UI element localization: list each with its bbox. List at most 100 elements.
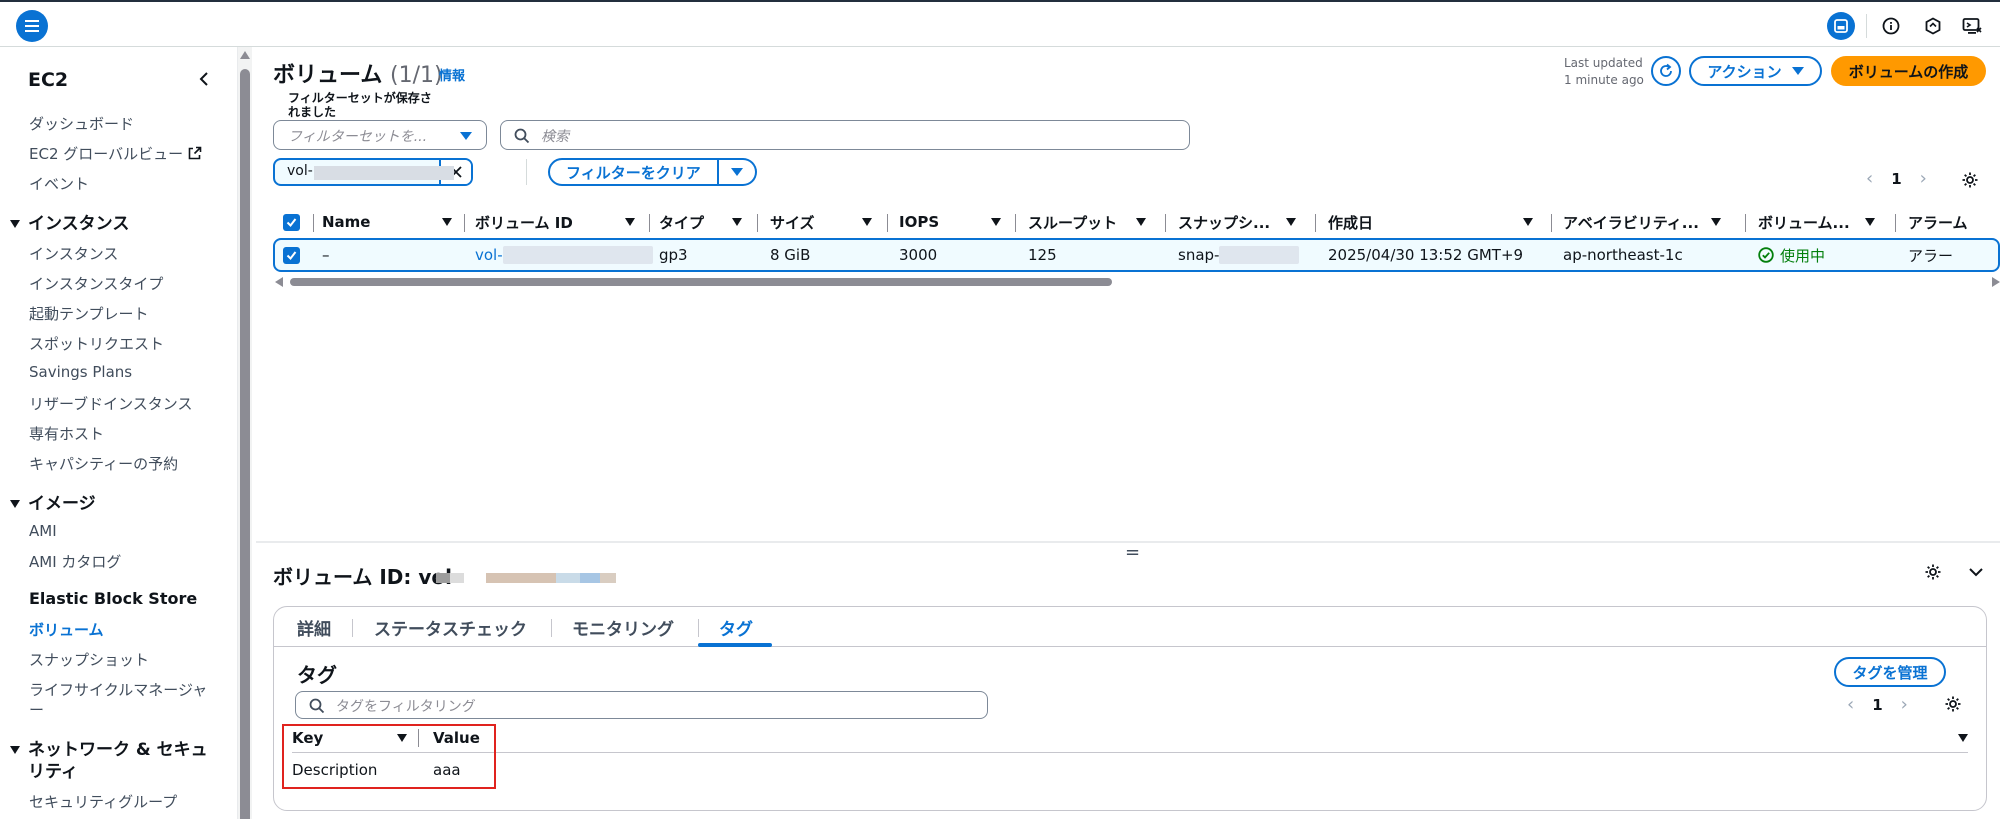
sidebar-item-lifecycle-manager-wrap[interactable]: ー (29, 699, 44, 720)
tab-tags[interactable]: タグ (719, 607, 753, 647)
external-link-icon (188, 146, 202, 160)
sidebar-item-capacity-reservations[interactable]: キャパシティーの予約 (29, 453, 178, 474)
clear-filters-button[interactable]: フィルターをクリア (548, 158, 719, 186)
previous-page-icon[interactable]: ‹ (1847, 694, 1854, 715)
cell-availability-zone: ap-northeast-1c (1563, 246, 1683, 264)
menu-icon[interactable] (16, 10, 48, 42)
sidebar-section-instances[interactable]: インスタンス (10, 209, 129, 234)
sidebar-section-images[interactable]: イメージ (10, 489, 96, 514)
table-horizontal-scrollbar[interactable] (273, 275, 2000, 289)
row-checkbox[interactable] (283, 246, 300, 264)
previous-page-icon[interactable]: ‹ (1866, 168, 1873, 189)
page-number[interactable]: 1 (1891, 170, 1901, 188)
create-volume-button[interactable]: ボリュームの作成 (1831, 56, 1986, 86)
sidebar-item-instances[interactable]: インスタンス (29, 243, 118, 264)
cell-iops: 3000 (899, 246, 938, 264)
select-all-checkbox[interactable] (283, 213, 300, 231)
sidebar-item-ami[interactable]: AMI (29, 522, 57, 540)
filterset-select[interactable]: フィルターセットを... (273, 120, 487, 150)
tags-settings-icon[interactable] (1944, 695, 1962, 717)
filter-token[interactable]: vol- (273, 158, 473, 186)
search-icon (514, 128, 530, 144)
sidebar-item-snapshots[interactable]: スナップショット (29, 649, 149, 670)
next-page-icon[interactable]: › (1920, 168, 1927, 189)
column-iops[interactable]: IOPS (899, 206, 1009, 238)
caret-down-icon (460, 132, 472, 140)
sidebar-section-ebs: Elastic Block Store (29, 589, 198, 608)
notifications-icon[interactable] (1919, 12, 1947, 40)
sidebar-title[interactable]: EC2 (28, 69, 68, 91)
column-size[interactable]: サイズ (770, 206, 880, 238)
info-link[interactable]: 情報 (439, 65, 465, 84)
sidebar-item-lifecycle-manager[interactable]: ライフサイクルマネージャ (29, 679, 207, 700)
page-number[interactable]: 1 (1872, 696, 1882, 714)
table-row: Description aaa (292, 753, 1968, 787)
sidebar: EC2 ダッシュボード EC2 グローバルビュー イベント インスタンス インス… (0, 47, 238, 819)
cell-alarm: アラー (1908, 246, 1954, 265)
column-name[interactable]: Name (322, 206, 452, 238)
caret-down-icon (10, 746, 20, 754)
sidebar-item-volumes[interactable]: ボリューム (29, 619, 104, 640)
tab-bar: 詳細 ステータスチェック モニタリング タグ (274, 607, 1986, 647)
sidebar-scrollbar[interactable] (238, 47, 252, 819)
sidebar-item-instance-types[interactable]: インスタンスタイプ (29, 273, 163, 294)
next-page-icon[interactable]: › (1901, 694, 1908, 715)
cell-volume-id[interactable]: vol- (475, 240, 653, 270)
cell-created: 2025/04/30 13:52 GMT+9 (1328, 246, 1524, 264)
refresh-button[interactable] (1651, 56, 1681, 86)
panel-icon[interactable] (1827, 12, 1855, 40)
sidebar-item-spot-requests[interactable]: スポットリクエスト (29, 333, 164, 354)
column-volume-state[interactable]: ボリューム... (1758, 206, 1878, 238)
sidebar-item-dedicated-hosts[interactable]: 専有ホスト (29, 423, 104, 444)
tab-details[interactable]: 詳細 (297, 607, 331, 647)
caret-down-icon (1791, 67, 1804, 75)
filterset-label: フィルターセットが保存されました (288, 91, 432, 119)
caret-down-icon (10, 500, 20, 508)
sidebar-section-network[interactable]: ネットワーク & セキュ リティ (10, 739, 208, 783)
table-settings-icon[interactable] (1961, 171, 1979, 193)
sidebar-item-ami-catalog[interactable]: AMI カタログ (29, 551, 121, 572)
tab-status-checks[interactable]: ステータスチェック (374, 607, 527, 647)
cloudshell-icon[interactable] (1958, 12, 1986, 40)
sidebar-item-launch-templates[interactable]: 起動テンプレート (29, 303, 149, 324)
sidebar-item-reserved-instances[interactable]: リザーブドインスタンス (29, 393, 193, 414)
sidebar-item-events[interactable]: イベント (29, 173, 89, 194)
collapse-details-icon[interactable] (1967, 563, 1985, 585)
tag-filter-input[interactable]: タグをフィルタリング (295, 691, 988, 719)
cell-snapshot: snap- (1178, 240, 1300, 270)
column-availability-zone[interactable]: アベイラビリティ... (1563, 206, 1723, 238)
column-type[interactable]: タイプ (659, 206, 749, 238)
pagination: ‹ 1 › (1866, 168, 1927, 189)
column-volume-id[interactable]: ボリューム ID (475, 206, 635, 238)
collapse-sidebar-icon[interactable] (194, 69, 214, 89)
volumes-table-header: Name ボリューム ID タイプ サイズ IOPS スループット スナップシ.… (273, 206, 2000, 238)
column-throughput[interactable]: スループット (1028, 206, 1153, 238)
cell-type: gp3 (659, 246, 688, 264)
search-input[interactable]: 検索 (500, 120, 1190, 150)
tags-table-header: Key Value (292, 723, 1968, 753)
clear-filters-dropdown[interactable] (718, 158, 757, 186)
volume-details-panel: ボリューム ID: vol- 詳細 ステータスチェック モニタリング タグ タグ… (256, 545, 2000, 819)
column-alarm[interactable]: アラーム (1908, 206, 2000, 238)
tags-pagination: ‹ 1 › (1847, 694, 1908, 715)
column-snapshot[interactable]: スナップシ... (1178, 206, 1308, 238)
page-title: ボリューム (1/1) (273, 63, 443, 88)
tags-heading: タグ (297, 663, 337, 687)
sidebar-item-security-groups[interactable]: セキュリティグループ (29, 791, 177, 812)
sidebar-item-dashboard[interactable]: ダッシュボード (29, 113, 134, 134)
tab-monitoring[interactable]: モニタリング (572, 607, 674, 647)
status-success-icon (1758, 247, 1774, 263)
cell-name: – (322, 246, 330, 264)
sidebar-item-savings-plans[interactable]: Savings Plans (29, 363, 132, 381)
table-row[interactable]: – vol- gp3 8 GiB 3000 125 snap- 2025/04/… (273, 238, 2000, 272)
top-navigation-bar (0, 0, 2000, 47)
column-created[interactable]: 作成日 (1328, 206, 1553, 238)
sidebar-item-global-view[interactable]: EC2 グローバルビュー (29, 143, 202, 164)
manage-tags-button[interactable]: タグを管理 (1834, 657, 1946, 687)
info-icon[interactable] (1877, 12, 1905, 40)
cell-volume-state: 使用中 (1758, 240, 1825, 270)
actions-dropdown-button[interactable]: アクション (1689, 56, 1822, 86)
caret-down-icon (730, 168, 743, 176)
details-settings-icon[interactable] (1924, 563, 1942, 585)
cell-size: 8 GiB (770, 246, 811, 264)
